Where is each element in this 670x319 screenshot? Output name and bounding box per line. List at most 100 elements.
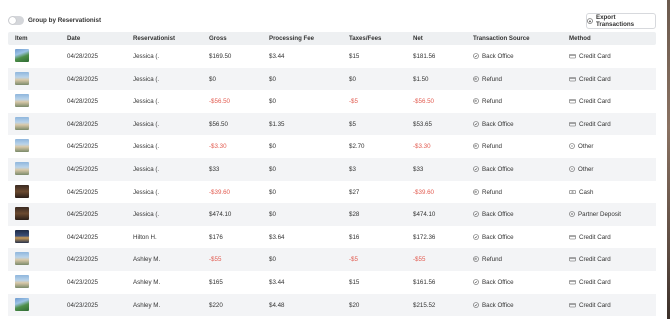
- cell-method: Credit Card: [569, 76, 611, 84]
- table-row[interactable]: 04/23/2025 Ashley M. $220 $4.48 $20 $215.52 Ba…: [8, 293, 656, 317]
- cell-taxes-fees: $5: [349, 120, 356, 128]
- table-row[interactable]: 04/28/2025 Jessica (. $169.50 $3.44 $15 $181.…: [8, 45, 656, 68]
- source-label: Refund: [482, 188, 502, 196]
- item-thumbnail[interactable]: [15, 71, 29, 85]
- cell-processing-fee: $0: [269, 256, 276, 264]
- cell-taxes-fees: $0: [349, 75, 356, 83]
- cell-processing-fee: $4.48: [269, 301, 285, 309]
- item-thumbnail[interactable]: [15, 139, 29, 153]
- table-row[interactable]: 04/25/2025 Jessica (. $33 $0 $3 $33 Back Offic…: [8, 157, 656, 181]
- cell-gross: $56.50: [209, 120, 228, 128]
- check-circle-icon: [473, 279, 479, 287]
- item-thumbnail[interactable]: [15, 49, 29, 62]
- item-thumbnail[interactable]: [15, 207, 29, 221]
- cell-method: Credit Card: [569, 121, 611, 129]
- cell-net: $33: [413, 165, 424, 173]
- cell-net: -$56.50: [413, 98, 434, 106]
- cell-taxes-fees: $2.70: [349, 143, 365, 151]
- cell-date: 04/25/2025: [67, 143, 98, 151]
- source-label: Back Office: [482, 53, 514, 60]
- col-method[interactable]: Method: [569, 35, 591, 42]
- source-label: Back Office: [482, 120, 514, 128]
- col-date[interactable]: Date: [67, 35, 80, 42]
- cell-date: 04/23/2025: [67, 256, 98, 264]
- cell-processing-fee: $0: [269, 165, 276, 173]
- credit-card-icon: [569, 234, 576, 242]
- cell-transaction-source: Refund: [473, 256, 502, 264]
- item-thumbnail[interactable]: [15, 161, 29, 175]
- export-transactions-button[interactable]: Export Transactions: [586, 13, 656, 29]
- cell-transaction-source: Refund: [473, 98, 502, 106]
- table-row[interactable]: 04/23/2025 Ashley M. -$55 $0 -$5 -$55 Refund Cr…: [8, 248, 656, 271]
- cell-date: 04/25/2025: [67, 165, 98, 173]
- cell-reservationist: Jessica (.: [133, 188, 160, 196]
- table-body: 04/28/2025 Jessica (. $169.50 $3.44 $15 $181.…: [8, 45, 656, 317]
- cell-taxes-fees: $3: [349, 165, 356, 173]
- source-label: Refund: [482, 98, 502, 106]
- item-thumbnail[interactable]: [15, 274, 29, 288]
- refund-icon: [473, 188, 479, 197]
- table-row[interactable]: 04/25/2025 Jessica (. -$39.60 $0 $27 -$39.60 R…: [8, 181, 656, 204]
- method-label: Partner Deposit: [578, 211, 621, 219]
- table-row[interactable]: 04/25/2025 Jessica (. -$3.30 $0 $2.70 -$3.30 R…: [8, 135, 656, 158]
- col-taxes-fees[interactable]: Taxes/Fees: [349, 35, 381, 42]
- cell-gross: $0: [209, 75, 216, 83]
- other-circle-icon: [569, 143, 575, 151]
- cell-taxes-fees: $15: [349, 53, 360, 60]
- cell-date: 04/28/2025: [67, 120, 98, 128]
- table-row[interactable]: 04/28/2025 Jessica (. $56.50 $1.35 $5 $53.65 B…: [8, 112, 656, 136]
- cell-transaction-source: Refund: [473, 189, 502, 197]
- credit-card-icon: [569, 256, 576, 264]
- table-row[interactable]: 04/23/2025 Ashley M. $165 $3.44 $15 $161.56 Ba…: [8, 271, 656, 294]
- item-thumbnail[interactable]: [15, 297, 29, 311]
- cell-net: $53.65: [413, 120, 432, 128]
- group-by-toggle[interactable]: [8, 16, 24, 25]
- cell-method: Credit Card: [569, 98, 611, 106]
- item-thumbnail[interactable]: [15, 229, 29, 243]
- cell-taxes-fees: $16: [349, 233, 360, 241]
- table-row[interactable]: 04/24/2025 Hilton H. $176 $3.64 $16 $172.36 Ba…: [8, 226, 656, 249]
- method-label: Other: [578, 165, 594, 173]
- check-circle-icon: [473, 120, 479, 129]
- cell-date: 04/23/2025: [67, 278, 98, 286]
- cell-net: $474.10: [413, 211, 436, 219]
- cell-transaction-source: Back Office: [473, 302, 514, 310]
- item-thumbnail[interactable]: [15, 252, 29, 266]
- col-item[interactable]: Item: [15, 35, 28, 42]
- col-reservationist[interactable]: Reservationist: [133, 35, 175, 42]
- cell-processing-fee: $0: [269, 211, 276, 219]
- cell-net: -$39.60: [413, 188, 434, 196]
- cell-transaction-source: Back Office: [473, 166, 514, 174]
- col-transaction-source[interactable]: Transaction Source: [473, 35, 530, 42]
- check-circle-icon: [473, 211, 479, 219]
- method-label: Credit Card: [579, 53, 611, 60]
- method-label: Other: [578, 143, 594, 151]
- source-label: Refund: [482, 256, 502, 264]
- cell-gross: -$56.50: [209, 98, 230, 106]
- cell-date: 04/28/2025: [67, 53, 98, 60]
- col-processing-fee[interactable]: Processing Fee: [269, 35, 314, 42]
- table-row[interactable]: 04/25/2025 Jessica (. $474.10 $0 $28 $474.10 B…: [8, 203, 656, 226]
- table-row[interactable]: 04/28/2025 Jessica (. $0 $0 $0 $1.50 Refund Cre…: [8, 67, 656, 91]
- cell-net: $1.50: [413, 75, 429, 83]
- check-circle-icon: [473, 301, 479, 310]
- cell-transaction-source: Back Office: [473, 53, 514, 61]
- col-net[interactable]: Net: [413, 35, 423, 42]
- table-row[interactable]: 04/28/2025 Jessica (. -$56.50 $0 -$5 -$56.50 R…: [8, 90, 656, 113]
- refund-icon: [473, 256, 479, 264]
- source-label: Refund: [482, 75, 502, 83]
- item-thumbnail[interactable]: [15, 94, 29, 108]
- cell-taxes-fees: -$5: [349, 256, 358, 264]
- source-label: Refund: [482, 143, 502, 151]
- cell-gross: $176: [209, 233, 223, 241]
- toolbar: Group by Reservationist Export Transacti…: [8, 13, 656, 29]
- cell-gross: -$39.60: [209, 188, 230, 196]
- item-thumbnail[interactable]: [15, 184, 29, 198]
- cell-processing-fee: $0: [269, 98, 276, 106]
- method-label: Cash: [579, 188, 594, 196]
- item-thumbnail[interactable]: [15, 116, 29, 130]
- cell-reservationist: Jessica (.: [133, 165, 160, 173]
- toggle-knob: [9, 17, 16, 24]
- cell-net: -$55: [413, 256, 426, 264]
- col-gross[interactable]: Gross: [209, 35, 227, 42]
